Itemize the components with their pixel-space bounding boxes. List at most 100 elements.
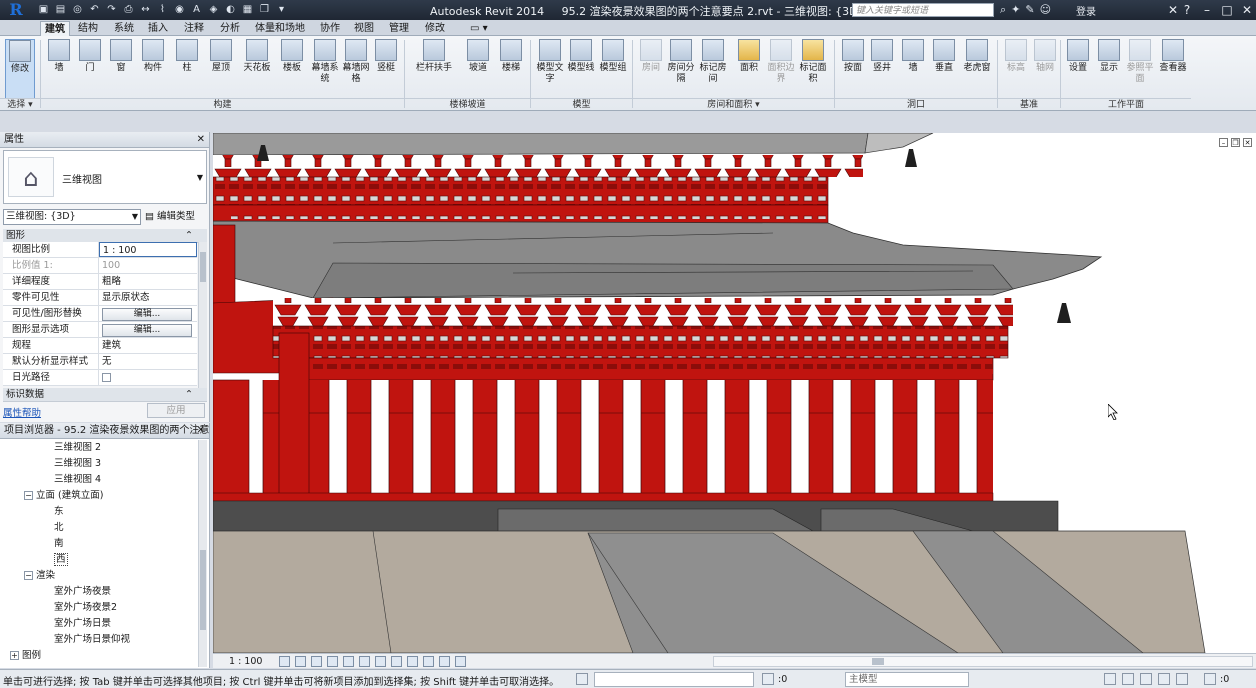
window-button[interactable]: 窗 xyxy=(106,39,136,99)
select-underlay-icon[interactable] xyxy=(1122,673,1134,685)
group-select[interactable]: 选择 ▾ xyxy=(0,98,40,110)
select-pinned-icon[interactable] xyxy=(1140,673,1152,685)
ramp-button[interactable]: 坡道 xyxy=(463,39,493,99)
type-selector[interactable]: ⌂ 三维视图 ▼ xyxy=(3,150,207,204)
level-button[interactable]: 标高 xyxy=(1001,39,1031,99)
tree-item-3d-view-4[interactable]: 三维视图 4 xyxy=(0,472,196,488)
help-icon[interactable]: ? xyxy=(1176,1,1198,19)
view-scale[interactable]: 1 : 100 xyxy=(229,655,262,668)
room-button[interactable]: 房间 xyxy=(636,39,666,99)
tree-item-render-night[interactable]: 室外广场夜景 xyxy=(0,584,196,600)
curtain-system-button[interactable]: 幕墙系统 xyxy=(310,39,340,99)
tab-annotate[interactable]: 注释 xyxy=(180,21,208,36)
detail-level-icon[interactable] xyxy=(279,656,290,667)
render-icon[interactable] xyxy=(343,656,354,667)
floor-button[interactable]: 楼板 xyxy=(277,39,307,99)
sun-path-icon[interactable] xyxy=(311,656,322,667)
subscription-icon[interactable]: ✦ xyxy=(1011,2,1020,18)
chevron-down-icon[interactable]: ▼ xyxy=(197,173,203,182)
workset-icon[interactable] xyxy=(576,673,588,685)
section-icon[interactable]: ◐ xyxy=(223,2,238,17)
expand-icon[interactable]: + xyxy=(10,651,19,660)
text-icon[interactable]: A xyxy=(189,2,204,17)
prop-row-parts-visibility[interactable]: 零件可见性 显示原状态 xyxy=(3,290,197,306)
dormer-button[interactable]: 老虎窗 xyxy=(960,39,994,99)
3d-view-icon[interactable]: ◈ xyxy=(206,2,221,17)
component-button[interactable]: 构件 xyxy=(138,39,168,99)
tag-area-button[interactable]: 标记面积 xyxy=(798,39,828,99)
reveal-hidden-icon[interactable] xyxy=(423,656,434,667)
prop-row-analysis-style[interactable]: 默认分析显示样式无 xyxy=(3,354,197,370)
modify-button[interactable]: 修改 xyxy=(5,39,35,99)
undo-icon[interactable]: ↶ xyxy=(87,2,102,17)
aligned-dimension-icon[interactable]: ⌇ xyxy=(155,2,170,17)
shadows-icon[interactable] xyxy=(327,656,338,667)
close-icon[interactable]: ✕ xyxy=(197,132,205,148)
room-separator-button[interactable]: 房间分隔 xyxy=(666,39,696,99)
tree-item-east[interactable]: 东 xyxy=(0,504,196,520)
wall-button[interactable]: 墙 xyxy=(44,39,74,99)
3d-view-canvas[interactable]: – ❐ ✕ xyxy=(213,133,1256,653)
show-workplane-button[interactable]: 显示 xyxy=(1094,39,1124,99)
tag-icon[interactable]: ◉ xyxy=(172,2,187,17)
select-links-icon[interactable] xyxy=(1104,673,1116,685)
instance-selector[interactable]: 三维视图: {3D} ▼ xyxy=(3,209,141,225)
set-workplane-button[interactable]: 设置 xyxy=(1063,39,1093,99)
open-icon[interactable]: ▣ xyxy=(36,2,51,17)
tree-item-south[interactable]: 南 xyxy=(0,536,196,552)
close-icon[interactable]: ✕ xyxy=(197,423,205,438)
curtain-grid-button[interactable]: 幕墙网格 xyxy=(341,39,371,99)
show-crop-icon[interactable] xyxy=(375,656,386,667)
group-room-area[interactable]: 房间和面积 ▾ xyxy=(633,98,834,110)
tab-insert[interactable]: 插入 xyxy=(144,21,172,36)
select-by-face-icon[interactable] xyxy=(1158,673,1170,685)
redo-icon[interactable]: ↷ xyxy=(104,2,119,17)
tab-systems[interactable]: 系统 xyxy=(110,21,138,36)
collapse-icon[interactable]: − xyxy=(24,571,33,580)
tree-item-render-day-up[interactable]: 室外广场日景仰视 xyxy=(0,632,196,648)
ceiling-button[interactable]: 天花板 xyxy=(240,39,274,99)
mullion-button[interactable]: 竖梃 xyxy=(371,39,401,99)
model-text-button[interactable]: 模型文字 xyxy=(535,39,565,99)
roof-button[interactable]: 屋顶 xyxy=(206,39,236,99)
filter-icon[interactable] xyxy=(1204,673,1216,685)
user-icon[interactable]: ☺ xyxy=(1040,2,1051,18)
binoculars-icon[interactable]: ⌕ xyxy=(1000,2,1006,18)
minimize-button[interactable]: – xyxy=(1196,1,1218,19)
save-icon[interactable]: ▤ xyxy=(53,2,68,17)
area-boundary-button[interactable]: 面积边界 xyxy=(766,39,796,99)
collapse-icon[interactable]: − xyxy=(24,491,33,500)
tree-item-3d-view-2[interactable]: 三维视图 2 xyxy=(0,440,196,456)
shaft-button[interactable]: 竖井 xyxy=(867,39,897,99)
tab-collaborate[interactable]: 协作 xyxy=(316,21,344,36)
login-button[interactable]: 登录 xyxy=(1076,3,1096,18)
vg-edit-button[interactable]: 编辑... xyxy=(102,308,192,321)
prop-row-sun-path[interactable]: 日光路径 xyxy=(3,370,197,386)
tree-item-3d-view-3[interactable]: 三维视图 3 xyxy=(0,456,196,472)
switch-windows-icon[interactable]: ❐ xyxy=(257,2,272,17)
tab-massing-site[interactable]: 体量和场地 xyxy=(251,21,309,36)
maximize-button[interactable]: □ xyxy=(1216,1,1238,19)
stair-button[interactable]: 楼梯 xyxy=(496,39,526,99)
model-group-button[interactable]: 模型组 xyxy=(598,39,628,99)
tools-icon[interactable]: ✎ xyxy=(1025,2,1034,18)
prop-row-discipline[interactable]: 规程 建筑 xyxy=(3,338,197,354)
horizontal-scrollbar[interactable] xyxy=(713,656,1253,667)
prop-row-detail-level[interactable]: 详细程度 粗略 xyxy=(3,274,197,290)
analysis-display-icon[interactable] xyxy=(439,656,450,667)
design-option-field[interactable]: 主模型 xyxy=(845,672,969,687)
column-button[interactable]: 柱 xyxy=(172,39,202,99)
workset-field[interactable] xyxy=(594,672,754,687)
area-button[interactable]: 面积 xyxy=(734,39,764,99)
tree-item-west[interactable]: 西 xyxy=(0,552,196,568)
edit-type-button[interactable]: ▤ 编辑类型 xyxy=(145,209,207,225)
editable-only-icon[interactable] xyxy=(762,673,774,685)
sync-icon[interactable]: ◎ xyxy=(70,2,85,17)
grid-button[interactable]: 轴网 xyxy=(1030,39,1060,99)
by-face-button[interactable]: 按面 xyxy=(838,39,868,99)
visual-style-icon[interactable] xyxy=(295,656,306,667)
customize-qat-icon[interactable]: ▾ xyxy=(274,2,289,17)
panel-toggle-icon[interactable]: ▭ ▾ xyxy=(466,21,492,36)
sun-path-checkbox[interactable] xyxy=(102,373,111,382)
temp-hide-icon[interactable] xyxy=(407,656,418,667)
